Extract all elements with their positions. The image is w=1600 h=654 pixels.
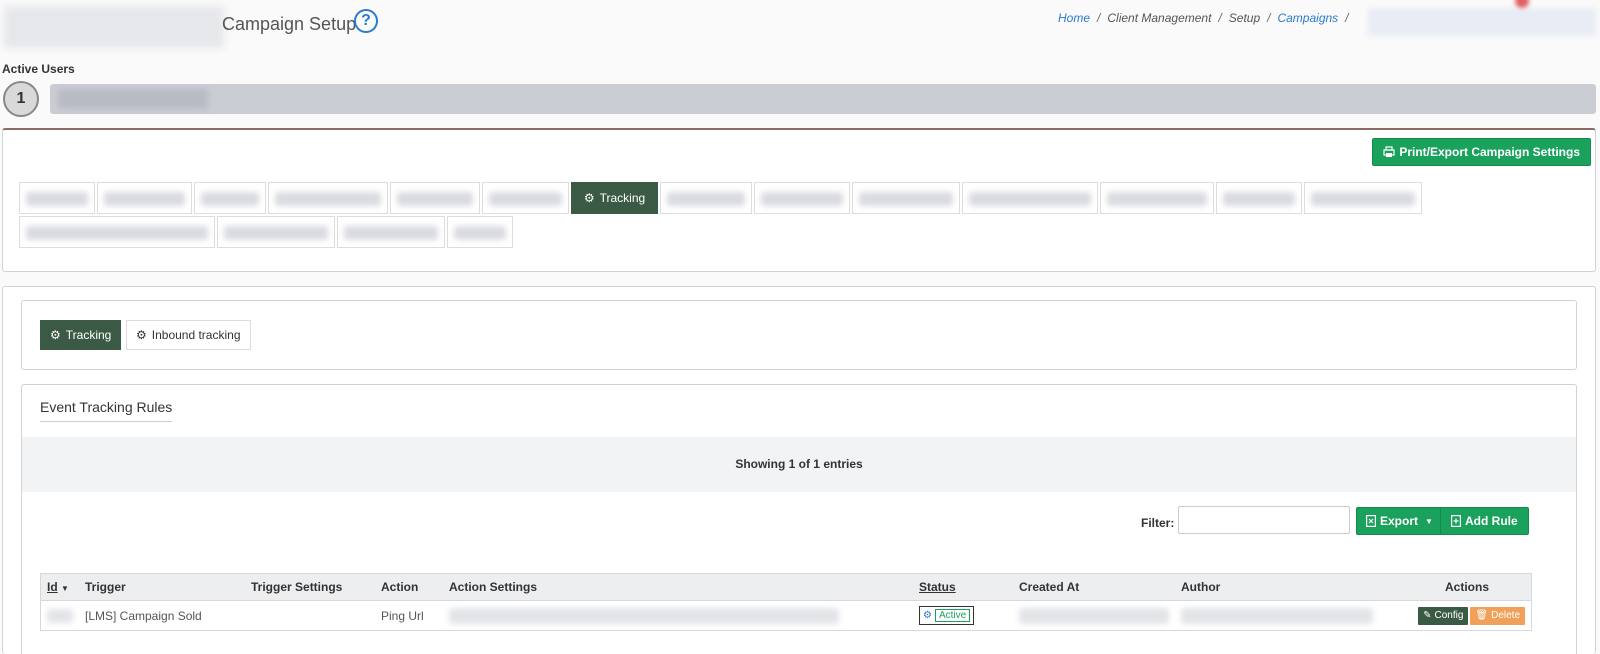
- settings-tab[interactable]: [268, 182, 388, 214]
- settings-tab-tracking[interactable]: ⚙ Tracking: [571, 182, 658, 214]
- delete-button[interactable]: 🗑 Delete: [1470, 606, 1525, 625]
- settings-tab[interactable]: [962, 182, 1098, 214]
- col-id-header[interactable]: Id ▼: [41, 580, 83, 594]
- active-users-bar: [50, 84, 1596, 114]
- gears-icon: ⚙: [136, 328, 147, 342]
- client-name-redacted: [4, 6, 224, 48]
- breadcrumb-separator: /: [1097, 11, 1101, 25]
- tracking-panel: ⚙ Tracking ⚙ Inbound tracking Event Trac…: [2, 286, 1596, 654]
- file-export-icon: [1366, 515, 1376, 527]
- breadcrumb-setup: Setup: [1228, 11, 1261, 25]
- col-action-settings-header: Action Settings: [449, 580, 538, 594]
- table-header-row: Id ▼ Trigger Trigger Settings Action Act…: [40, 573, 1532, 601]
- subtab-tracking[interactable]: ⚙ Tracking: [40, 320, 122, 350]
- breadcrumb-separator: /: [1345, 11, 1349, 25]
- col-status-header[interactable]: Status: [919, 580, 1019, 594]
- file-plus-icon: [1451, 515, 1461, 527]
- trash-icon: 🗑: [1475, 610, 1489, 621]
- gears-icon: ⚙: [583, 191, 595, 205]
- config-label: Config: [1434, 610, 1464, 621]
- event-tracking-rules-panel: Event Tracking Rules Showing 1 of 1 entr…: [21, 384, 1577, 654]
- rules-panel-title: Event Tracking Rules: [40, 399, 173, 422]
- breadcrumb-separator: /: [1267, 11, 1271, 25]
- settings-tab-row-2: [19, 216, 515, 248]
- col-action-header: Action: [381, 580, 419, 594]
- campaign-settings-panel: Print/Export Campaign Settings ⚙ Trackin…: [2, 128, 1596, 272]
- row-action: Ping Url: [381, 608, 424, 623]
- row-author-redacted: [1181, 607, 1381, 624]
- settings-tab[interactable]: [754, 182, 850, 214]
- breadcrumb-campaign-redacted: [1368, 8, 1596, 36]
- config-button[interactable]: ✎ Config: [1418, 606, 1469, 625]
- row-actions-cell: ✎ Config 🗑 Delete: [1381, 606, 1531, 625]
- settings-tab[interactable]: [1304, 182, 1422, 214]
- row-status-cell: ⚙ Active: [919, 606, 1019, 625]
- export-dropdown-button[interactable]: Export ▼: [1356, 507, 1443, 535]
- help-icon[interactable]: ?: [354, 9, 378, 33]
- notification-dot: [1515, 0, 1529, 8]
- settings-tab[interactable]: [660, 182, 752, 214]
- filter-input[interactable]: [1178, 506, 1350, 534]
- add-rule-button[interactable]: Add Rule: [1440, 507, 1529, 535]
- status-badge[interactable]: ⚙ Active: [919, 606, 975, 625]
- delete-label: Delete: [1491, 610, 1520, 621]
- row-action-settings-redacted: [449, 607, 919, 624]
- settings-tab[interactable]: [19, 182, 95, 214]
- rules-table: Id ▼ Trigger Trigger Settings Action Act…: [40, 573, 1532, 631]
- settings-tab-row-1: ⚙ Tracking: [19, 182, 1424, 214]
- export-label: Export: [1380, 514, 1419, 528]
- col-id-label: Id: [47, 580, 58, 594]
- row-id-redacted: [41, 608, 83, 623]
- breadcrumb-separator: /: [1218, 11, 1222, 25]
- settings-tab[interactable]: [447, 216, 513, 248]
- subtab-inbound-label: Inbound tracking: [151, 328, 241, 342]
- entries-count: Showing 1 of 1 entries: [22, 437, 1576, 492]
- row-trigger: [LMS] Campaign Sold: [85, 608, 202, 623]
- settings-tab[interactable]: [97, 182, 192, 214]
- col-trigger-settings-header: Trigger Settings: [251, 580, 343, 594]
- print-export-label: Print/Export Campaign Settings: [1399, 145, 1580, 159]
- settings-tab[interactable]: [482, 182, 569, 214]
- row-created-at-redacted: [1019, 607, 1181, 624]
- settings-tab[interactable]: [1100, 182, 1214, 214]
- table-row: [LMS] Campaign Sold Ping Url ⚙ Active ✎ …: [40, 601, 1532, 631]
- settings-tab[interactable]: [390, 182, 480, 214]
- breadcrumb-campaigns[interactable]: Campaigns: [1277, 11, 1338, 25]
- col-author-header: Author: [1181, 580, 1221, 594]
- status-badge-label: Active: [934, 609, 971, 622]
- col-created-at-header: Created At: [1019, 580, 1080, 594]
- breadcrumb-home[interactable]: Home: [1058, 11, 1090, 25]
- active-users-label: Active Users: [2, 62, 75, 76]
- subtab-inbound-tracking[interactable]: ⚙ Inbound tracking: [126, 320, 251, 350]
- add-rule-label: Add Rule: [1465, 514, 1518, 528]
- page-header: Campaign Setup ? Home / Client Managemen…: [0, 0, 1600, 56]
- settings-tab[interactable]: [337, 216, 445, 248]
- settings-tab[interactable]: [1216, 182, 1302, 214]
- settings-tab[interactable]: [217, 216, 335, 248]
- gear-icon: ⚙: [50, 328, 61, 342]
- caret-down-icon: ▼: [1425, 516, 1433, 526]
- filter-label: Filter:: [1141, 516, 1175, 530]
- settings-tab[interactable]: [194, 182, 266, 214]
- col-trigger-header: Trigger: [85, 580, 126, 594]
- settings-tab-tracking-label: Tracking: [599, 191, 646, 205]
- print-export-settings-button[interactable]: Print/Export Campaign Settings: [1372, 138, 1591, 166]
- page-title: Campaign Setup: [222, 14, 357, 34]
- tracking-subtabs-panel: ⚙ Tracking ⚙ Inbound tracking: [21, 300, 1577, 370]
- settings-tab[interactable]: [19, 216, 215, 248]
- breadcrumb-client-management: Client Management: [1107, 11, 1212, 25]
- subtab-tracking-label: Tracking: [65, 328, 112, 342]
- settings-tab[interactable]: [852, 182, 960, 214]
- active-user-name-redacted: [58, 89, 208, 109]
- breadcrumb: Home / Client Management / Setup / Campa…: [1058, 11, 1349, 25]
- sort-caret-icon: ▼: [61, 584, 69, 593]
- gears-icon: ⚙: [923, 610, 932, 621]
- col-actions-header: Actions: [1444, 580, 1489, 594]
- active-user-count-avatar[interactable]: 1: [3, 81, 39, 117]
- printer-icon: [1383, 146, 1395, 157]
- edit-icon: ✎: [1423, 610, 1432, 621]
